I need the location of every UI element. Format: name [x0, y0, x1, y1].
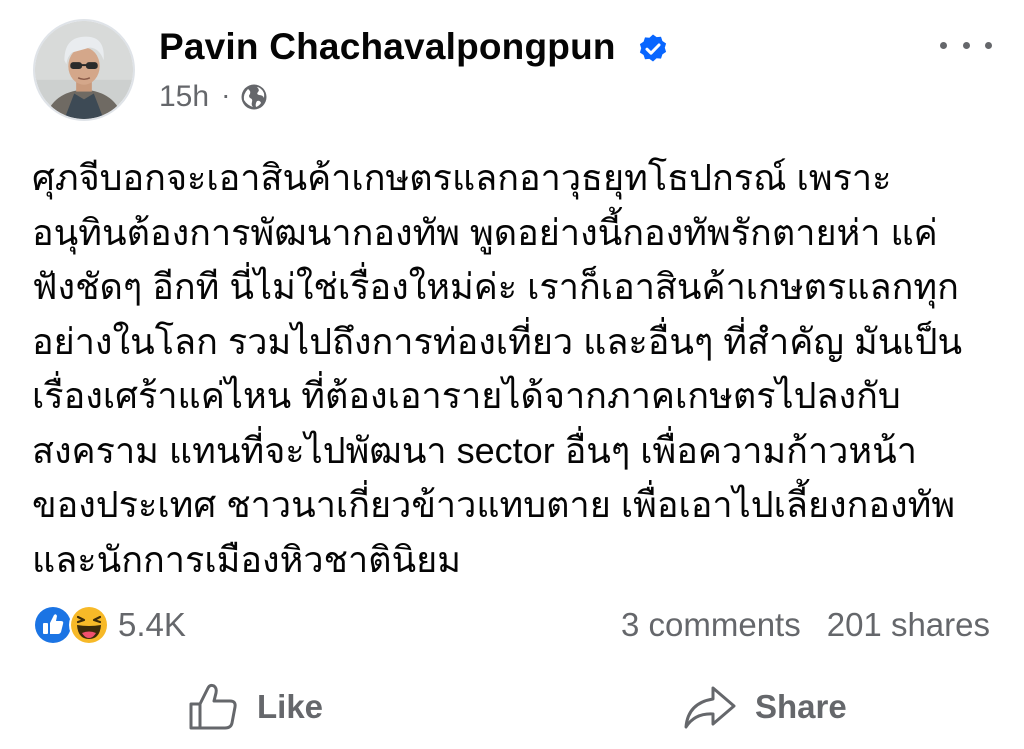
shares-count[interactable]: 201 shares — [827, 606, 990, 644]
facebook-post: Pavin Chachavalpongpun 15h · ศุภจีบอกจะเ… — [0, 0, 1024, 749]
reaction-icons — [32, 604, 110, 646]
post-text-line: เรื่องเศร้าแค่ไหน ที่ต้องเอารายได้จากภาค… — [32, 375, 901, 416]
post-text: ศุภจีบอกจะเอาสินค้าเกษตรแลกอาวุธยุทโธปกร… — [32, 151, 1002, 587]
reaction-count: 5.4K — [118, 606, 186, 643]
more-dot-icon — [940, 41, 947, 49]
share-arrow-icon — [684, 686, 736, 729]
like-label: Like — [257, 688, 324, 725]
avatar-photo — [35, 21, 133, 119]
post-text-line: และนักการเมืองหิวชาตินิยม — [32, 538, 461, 580]
post-text-line: อนุทินต้องการพัฒนากองทัพ พูดอย่างนี้กองท… — [32, 211, 938, 253]
post-text-line: ของประเทศ ชาวนาเกี่ยวข้าวแทบตาย เพื่อเอา… — [32, 484, 956, 525]
more-dot-icon — [985, 41, 992, 49]
like-button[interactable]: Like — [187, 680, 323, 734]
meta-separator: · — [221, 79, 231, 110]
haha-reaction-icon — [69, 605, 109, 645]
avatar[interactable] — [33, 19, 135, 121]
post-text-line: อย่างในโลก รวมไปถึงการท่องเที่ยว และอื่น… — [32, 320, 963, 362]
post-text-line: สงคราม แทนที่จะไปพัฒนา sector อื่นๆ เพื่… — [32, 429, 917, 471]
reaction-summary[interactable]: 5.4K — [32, 604, 186, 646]
share-button[interactable]: Share — [683, 680, 847, 734]
thumbs-up-icon — [189, 683, 237, 730]
author-name[interactable]: Pavin Chachavalpongpun — [159, 26, 616, 68]
more-options-button[interactable] — [940, 30, 992, 60]
comments-count[interactable]: 3 comments — [621, 606, 801, 644]
post-meta: 15h · — [159, 79, 269, 115]
globe-icon[interactable] — [239, 82, 269, 112]
engagement-stats: 3 comments 201 shares — [621, 604, 990, 646]
post-text-line: ศุภจีบอกจะเอาสินค้าเกษตรแลกอาวุธยุทโธปกร… — [32, 157, 892, 198]
timestamp[interactable]: 15h — [159, 80, 209, 114]
verified-badge-icon — [639, 34, 667, 62]
post-text-line: ฟังชัดๆ อีกที นี่ไม่ใช่เรื่องใหม่ค่ะ เรา… — [32, 266, 959, 307]
share-label: Share — [755, 688, 847, 725]
more-dot-icon — [962, 41, 970, 49]
